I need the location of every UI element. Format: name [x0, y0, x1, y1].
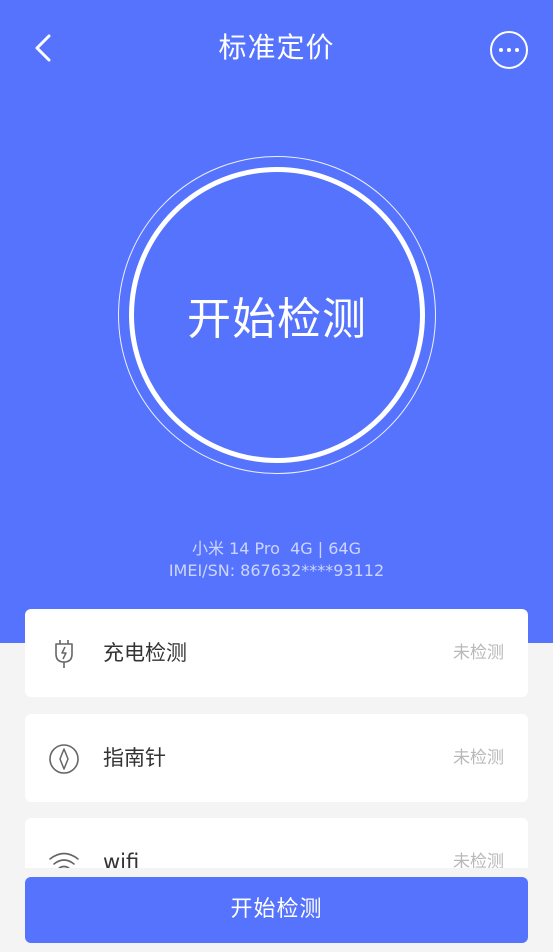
device-model: 小米 14 Pro 4G | 64G: [192, 539, 361, 558]
check-item-status: 未检测: [453, 748, 504, 768]
page-title: 标准定价: [218, 31, 335, 64]
more-icon: [492, 33, 526, 67]
compass-icon: [49, 744, 79, 774]
header-banner: 标准定价 开始检测 小米 14 Pro 4G | 64G IMEI/SN: 86…: [0, 0, 553, 643]
device-imei: IMEI/SN: 867632****93112: [168, 561, 385, 580]
check-item-compass[interactable]: 指南针 未检测: [25, 714, 528, 802]
device-info: 小米 14 Pro 4G | 64G IMEI/SN: 867632****93…: [0, 538, 553, 582]
more-button[interactable]: [490, 31, 528, 69]
check-item-status: 未检测: [453, 643, 504, 663]
start-detection-circle-label[interactable]: 开始检测: [118, 156, 436, 474]
charging-plug-icon: [55, 640, 73, 668]
check-item-charging[interactable]: 充电检测 未检测: [25, 609, 528, 697]
check-item-label: 充电检测: [103, 641, 187, 665]
start-detection-circle[interactable]: 开始检测: [118, 156, 436, 474]
start-detection-button[interactable]: 开始检测: [25, 877, 528, 943]
check-item-label: 指南针: [103, 746, 166, 770]
top-bar: 标准定价: [0, 0, 553, 96]
